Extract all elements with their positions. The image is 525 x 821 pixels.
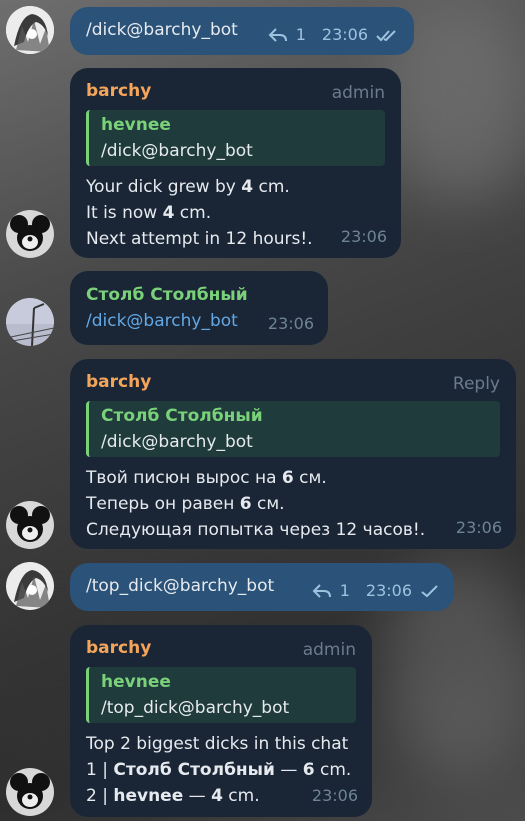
body-line: Your dick grew by 4 cm.	[86, 177, 290, 197]
timestamp: 23:06	[365, 581, 412, 600]
timestamp: 23:06	[340, 227, 387, 246]
quote-text: /dick@barchy_bot	[101, 141, 253, 161]
reply-arrow-icon	[312, 584, 331, 598]
outgoing-message[interactable]: /dick@barchy_bot 1 23:06	[70, 7, 414, 55]
quote-sender: Столб Столбный	[101, 406, 263, 426]
message-body: Твой писюн вырос на 6 см. Теперь он раве…	[86, 465, 500, 543]
body-line: Твой писюн вырос на 6 см.	[86, 468, 327, 488]
anime-avatar-icon	[6, 6, 54, 54]
body-line: Теперь он равен 6 см.	[86, 494, 285, 514]
avatar-hevnee[interactable]	[6, 6, 54, 54]
quote-text: /top_dick@barchy_bot	[101, 698, 290, 718]
reply-quote[interactable]: hevnee /top_dick@barchy_bot	[86, 667, 356, 723]
timestamp: 23:06	[267, 314, 314, 333]
streetlight-avatar-icon	[6, 298, 54, 346]
avatar-barchy[interactable]	[6, 768, 54, 816]
quote-text: /dick@barchy_bot	[101, 432, 253, 452]
message-meta: 1 23:06	[268, 22, 400, 48]
command-text[interactable]: /dick@barchy_bot	[86, 17, 238, 43]
role-label: admin	[302, 640, 356, 660]
reply-quote[interactable]: Столб Столбный /dick@barchy_bot	[86, 401, 500, 457]
avatar-barchy[interactable]	[6, 210, 54, 258]
outgoing-message[interactable]: /top_dick@barchy_bot 1 23:06	[70, 563, 454, 611]
sender-name[interactable]: barchy	[86, 369, 500, 395]
quote-sender: hevnee	[101, 115, 171, 135]
timestamp: 23:06	[311, 786, 358, 805]
anime-avatar-icon	[6, 562, 54, 610]
incoming-message[interactable]: barchy admin hevnee /dick@barchy_bot You…	[70, 68, 401, 258]
body-line: 1 | Столб Столбный — 6 cm.	[86, 760, 352, 780]
sender-name[interactable]: Столб Столбный	[86, 282, 312, 308]
incoming-message[interactable]: barchy Reply Столб Столбный /dick@barchy…	[70, 359, 516, 549]
timestamp: 23:06	[321, 25, 368, 44]
mickey-avatar-icon	[6, 768, 54, 816]
single-check-icon	[421, 585, 438, 598]
reply-count: 1	[295, 25, 306, 44]
reply-count: 1	[339, 581, 350, 600]
quote-sender: hevnee	[101, 672, 171, 692]
reply-arrow-icon	[268, 28, 287, 42]
message-meta: 1 23:06	[312, 578, 440, 604]
reply-quote[interactable]: hevnee /dick@barchy_bot	[86, 110, 385, 166]
reply-button[interactable]: Reply	[453, 371, 500, 397]
incoming-message[interactable]: barchy admin hevnee /top_dick@barchy_bot…	[70, 625, 372, 817]
body-line: Следующая попытка через 12 часов!.	[86, 520, 426, 540]
body-line: Top 2 biggest dicks in this chat	[86, 734, 349, 754]
timestamp: 23:06	[455, 518, 502, 537]
mickey-avatar-icon	[6, 501, 54, 549]
incoming-message[interactable]: Столб Столбный /dick@barchy_bot 23:06	[70, 271, 328, 345]
double-check-icon	[376, 30, 396, 42]
command-text[interactable]: /top_dick@barchy_bot	[86, 573, 274, 599]
avatar-hevnee[interactable]	[6, 562, 54, 610]
body-line: It is now 4 cm.	[86, 203, 212, 223]
mickey-avatar-icon	[6, 210, 54, 258]
role-label: admin	[331, 83, 385, 103]
avatar-stolb[interactable]	[6, 298, 54, 346]
avatar-barchy[interactable]	[6, 501, 54, 549]
